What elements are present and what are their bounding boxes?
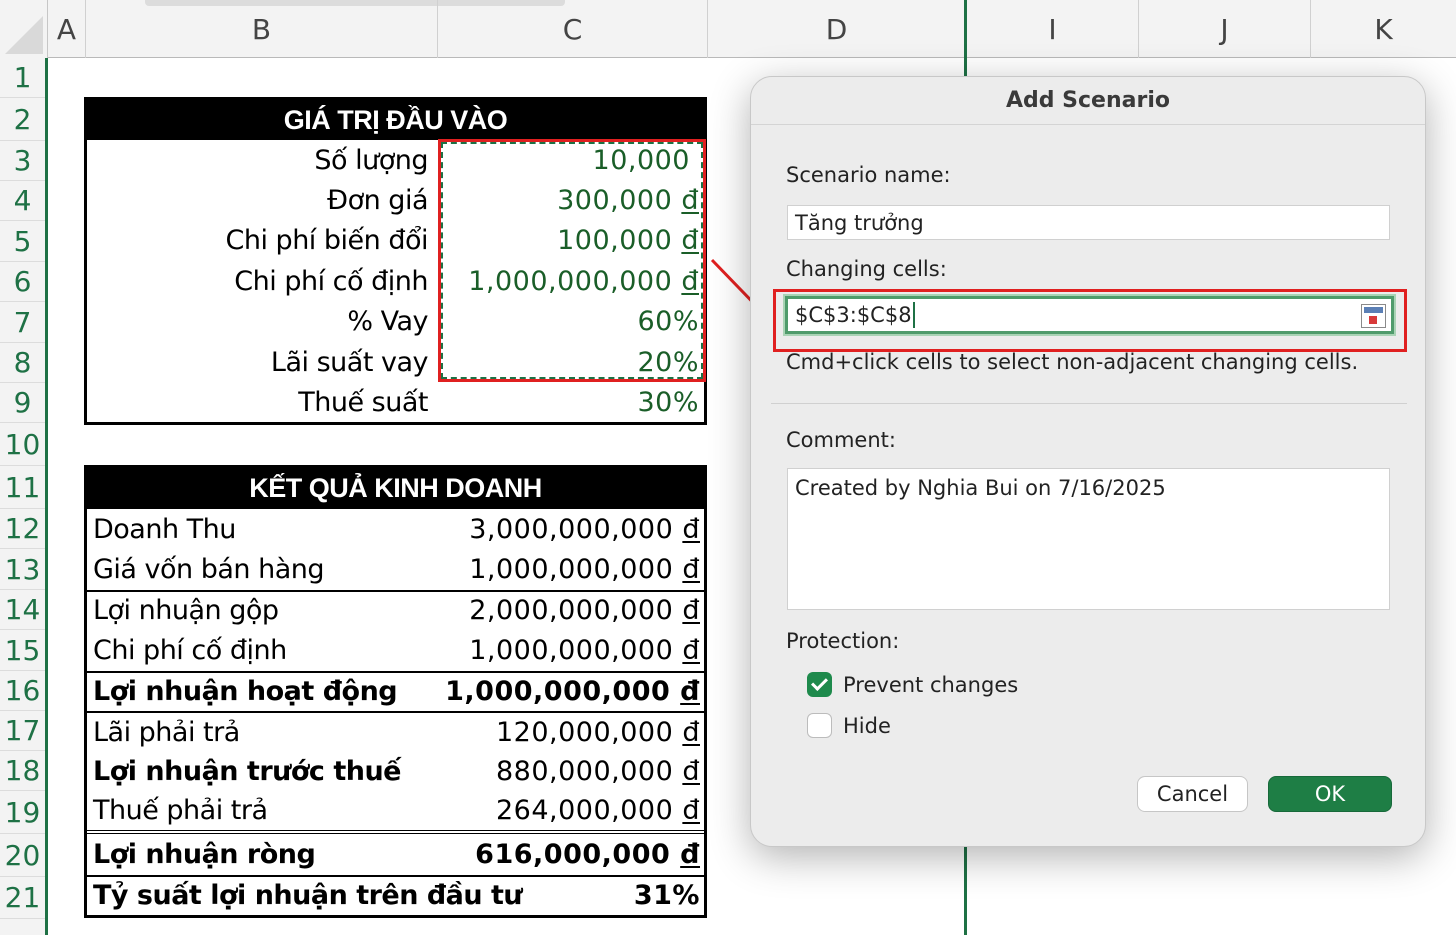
row-header[interactable]: 1 [0, 58, 45, 98]
table-row[interactable]: Lãi phải trả 120,000,000 đ [87, 710, 704, 751]
result-label: Giá vốn bán hàng [93, 554, 325, 586]
add-scenario-dialog: Add Scenario Scenario name: Tăng trưởng … [750, 76, 1426, 847]
row-header[interactable]: 7 [0, 302, 45, 343]
result-label: Lợi nhuận gộp [93, 595, 279, 627]
result-value[interactable]: 1,000,000,000 đ [469, 549, 700, 589]
result-value[interactable]: 3,000,000,000 đ [469, 509, 700, 549]
table-row[interactable]: Lợi nhuận ròng 616,000,000 đ [87, 829, 704, 875]
protection-label: Protection: [786, 629, 900, 653]
row-header[interactable]: 11 [0, 466, 45, 509]
cancel-button[interactable]: Cancel [1137, 776, 1248, 812]
result-label: Lợi nhuận trước thuế [93, 756, 401, 788]
input-value[interactable]: 30% [637, 382, 699, 422]
column-header-i[interactable]: I [967, 0, 1139, 58]
result-label: Thuế phải trả [93, 795, 268, 827]
dialog-title: Add Scenario [751, 77, 1425, 125]
row-header[interactable]: 13 [0, 549, 45, 590]
table-row[interactable]: Tỷ suất lợi nhuận trên đầu tư 31% [87, 874, 704, 915]
result-value[interactable]: 264,000,000 đ [496, 792, 700, 830]
row-header[interactable]: 6 [0, 262, 45, 302]
table-row[interactable]: Lợi nhuận hoạt động 1,000,000,000 đ [87, 670, 704, 711]
input-label: Lãi suất vay [270, 346, 429, 378]
column-header-d[interactable]: D [708, 0, 966, 58]
hide-label: Hide [843, 713, 891, 738]
table-row[interactable]: Thuế phải trả 264,000,000 đ [87, 792, 704, 830]
comment-text: Created by Nghia Bui on 7/16/2025 [795, 476, 1166, 500]
row-header[interactable]: 5 [0, 221, 45, 262]
row-header[interactable]: 2 [0, 98, 45, 141]
range-picker-icon[interactable] [1361, 304, 1386, 328]
dialog-divider [771, 403, 1407, 404]
row-header-bar: 1 2 3 4 5 6 7 8 9 10 11 12 13 14 15 16 1… [0, 58, 48, 935]
table-row[interactable]: Giá vốn bán hàng 1,000,000,000 đ [87, 549, 704, 589]
result-label: Chi phí cố định [93, 634, 287, 666]
row-header[interactable]: 18 [0, 751, 45, 791]
row-header[interactable]: 3 [0, 141, 45, 181]
table-row[interactable]: Chi phí cố định 1,000,000,000 đ [87, 630, 704, 670]
result-value[interactable]: 1,000,000,000 đ [469, 630, 700, 670]
changing-cells-input[interactable]: $C$3:$C$8 [785, 296, 1394, 334]
hide-checkbox[interactable] [807, 713, 832, 738]
input-label: Chi phí biến đổi [225, 225, 429, 257]
table-row[interactable]: Lợi nhuận gộp 2,000,000,000 đ [87, 589, 704, 630]
column-header-c[interactable]: C [438, 0, 708, 58]
row-header[interactable]: 8 [0, 343, 45, 383]
result-table-title: KẾT QUẢ KINH DOANH [87, 468, 704, 509]
result-value[interactable]: 120,000,000 đ [496, 713, 700, 751]
input-label: % Vay [347, 306, 428, 338]
row-header[interactable]: 10 [0, 423, 45, 466]
input-table-title: GIÁ TRỊ ĐẦU VÀO [87, 100, 704, 140]
input-label: Số lượng [314, 144, 428, 176]
result-value[interactable]: 616,000,000 đ [475, 834, 700, 875]
scenario-name-input[interactable]: Tăng trưởng [787, 205, 1390, 240]
changing-cells-highlight [438, 139, 706, 382]
row-header[interactable]: 12 [0, 509, 45, 549]
row-header[interactable]: 17 [0, 711, 45, 751]
table-row[interactable]: Lợi nhuận trước thuế 880,000,000 đ [87, 751, 704, 791]
row-header[interactable]: 4 [0, 181, 45, 221]
changing-cells-hint: Cmd+click cells to select non-adjacent c… [786, 350, 1359, 374]
ok-button[interactable]: OK [1268, 776, 1392, 812]
input-label: Thuế suất [298, 386, 428, 418]
prevent-changes-option[interactable]: Prevent changes [807, 672, 1018, 697]
result-value[interactable]: 880,000,000 đ [496, 751, 700, 791]
prevent-changes-label: Prevent changes [843, 672, 1019, 697]
result-label: Tỷ suất lợi nhuận trên đầu tư [93, 880, 523, 912]
input-label: Chi phí cố định [234, 265, 428, 297]
business-results-table: KẾT QUẢ KINH DOANH Doanh Thu 3,000,000,0… [84, 465, 707, 918]
result-value[interactable]: 1,000,000,000 đ [445, 673, 700, 711]
result-label: Doanh Thu [93, 513, 236, 545]
row-header[interactable]: 14 [0, 590, 45, 630]
scenario-name-text: Tăng trưởng [795, 210, 924, 235]
comment-label: Comment: [786, 428, 896, 452]
select-all-corner[interactable] [0, 0, 48, 58]
row-header[interactable]: 19 [0, 791, 45, 834]
result-label: Lợi nhuận ròng [93, 838, 316, 870]
text-caret [912, 302, 915, 328]
input-label: Đơn giá [327, 185, 428, 217]
row-header[interactable]: 15 [0, 630, 45, 671]
row-header[interactable]: 21 [0, 877, 45, 919]
comment-textarea[interactable]: Created by Nghia Bui on 7/16/2025 [787, 468, 1390, 610]
result-value[interactable]: 31% [634, 877, 700, 915]
column-header-k[interactable]: K [1311, 0, 1456, 58]
result-value[interactable]: 2,000,000,000 đ [469, 592, 700, 630]
result-label: Lợi nhuận hoạt động [93, 676, 398, 708]
scenario-name-label: Scenario name: [786, 163, 951, 187]
column-header-a[interactable]: A [48, 0, 86, 58]
result-label: Lãi phải trả [93, 716, 240, 748]
row-header[interactable]: 20 [0, 834, 45, 877]
prevent-changes-checkbox[interactable] [807, 672, 832, 697]
table-row[interactable]: Doanh Thu 3,000,000,000 đ [87, 509, 704, 549]
column-header-j[interactable]: J [1139, 0, 1311, 58]
row-header[interactable]: 16 [0, 671, 45, 711]
changing-cells-label: Changing cells: [786, 257, 947, 281]
hide-option[interactable]: Hide [807, 713, 891, 738]
table-row[interactable]: Thuế suất 30% [87, 382, 704, 422]
row-header[interactable]: 9 [0, 383, 45, 423]
column-header-b[interactable]: B [86, 0, 438, 58]
changing-cells-text: $C$3:$C$8 [795, 303, 912, 327]
